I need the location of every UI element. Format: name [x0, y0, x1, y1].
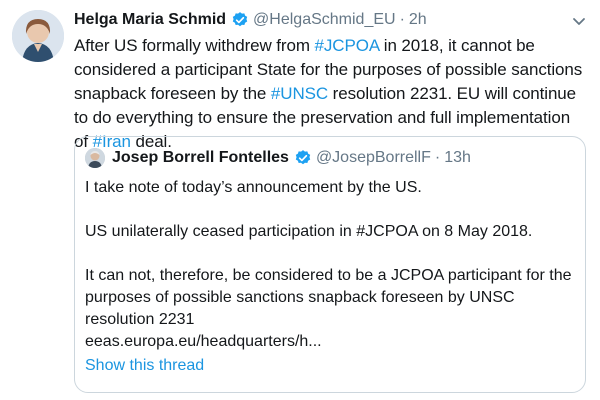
- show-thread-link[interactable]: Show this thread: [85, 357, 204, 375]
- quoted-author-avatar[interactable]: [85, 148, 105, 168]
- tweet-timestamp[interactable]: 2h: [409, 11, 427, 29]
- separator-dot: ·: [399, 11, 405, 28]
- hashtag-link[interactable]: #JCPOA: [315, 36, 380, 55]
- tweet-card[interactable]: Helga Maria Schmid @HelgaSchmid_EU · 2h …: [0, 0, 600, 400]
- quoted-tweet-text: I take note of today’s announcement by t…: [85, 177, 575, 353]
- quoted-tweet[interactable]: Josep Borrell Fontelles @JosepBorrellF ·…: [74, 136, 586, 393]
- verified-badge-icon: [231, 11, 249, 29]
- quoted-paragraph: I take note of today’s announcement by t…: [85, 179, 422, 196]
- quoted-paragraph: It can not, therefore, be considered to …: [85, 267, 572, 328]
- hashtag-link[interactable]: #UNSC: [271, 84, 328, 103]
- quoted-author-handle[interactable]: @JosepBorrellF: [316, 149, 431, 167]
- quoted-paragraph: US unilaterally ceased participation in …: [85, 223, 533, 240]
- tweet-text-part: After US formally withdrew from: [74, 36, 315, 55]
- chevron-down-icon[interactable]: [570, 12, 588, 30]
- quoted-link[interactable]: eeas.europa.eu/headquarters/h...: [85, 331, 575, 353]
- author-avatar[interactable]: [12, 10, 64, 62]
- tweet-header: Helga Maria Schmid @HelgaSchmid_EU · 2h: [74, 9, 554, 31]
- verified-badge-icon: [294, 149, 312, 167]
- author-handle[interactable]: @HelgaSchmid_EU: [253, 11, 396, 29]
- quoted-author-name[interactable]: Josep Borrell Fontelles: [112, 149, 289, 167]
- quoted-timestamp[interactable]: 13h: [444, 149, 471, 167]
- separator-dot: ·: [434, 149, 441, 166]
- author-name[interactable]: Helga Maria Schmid: [74, 11, 226, 29]
- quoted-tweet-header: Josep Borrell Fontelles @JosepBorrellF ·…: [85, 147, 471, 169]
